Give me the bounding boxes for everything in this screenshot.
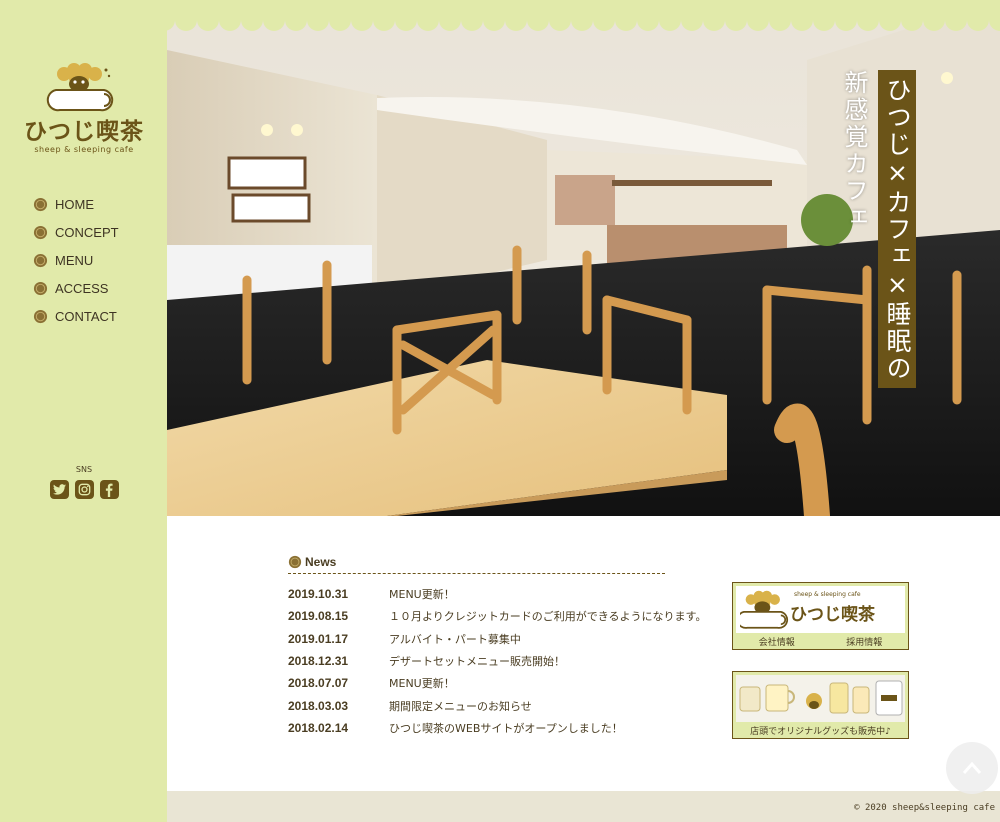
logo-name: ひつじ喫茶 (24, 118, 144, 145)
news-date: 2018.03.03 (288, 698, 349, 713)
scallop-border (0, 0, 1000, 31)
sidebar: ひつじ喫茶 sheep & sleeping cafe HOME CONCEPT… (0, 0, 167, 822)
news-date: 2018.07.07 (288, 676, 349, 691)
site-logo[interactable]: ひつじ喫茶 sheep & sleeping cafe (20, 62, 148, 162)
hero-catch-main: ひつじ×カフェ×睡眠の (878, 70, 916, 388)
nav-label: HOME (55, 196, 94, 212)
nav-item-contact[interactable]: CONTACT (33, 302, 119, 330)
nav-label: ACCESS (55, 280, 109, 296)
company-info-link[interactable]: 会社情報 (759, 635, 795, 648)
main-nav: HOME CONCEPT MENU ACCESS CONTACT (33, 190, 119, 330)
news-date: 2019.01.17 (288, 631, 349, 646)
logo-tagline: sheep & sleeping cafe (34, 145, 134, 154)
wool-bullet-icon (33, 197, 48, 211)
wool-bullet-icon (33, 281, 48, 295)
recruit-link[interactable]: 採用情報 (846, 635, 882, 648)
facebook-icon[interactable] (99, 480, 119, 499)
news-link[interactable]: ひつじ喫茶のWEBサイトがオープンしました！ (389, 720, 623, 736)
hero-catch-sub: 新感覚カフェ (840, 70, 868, 232)
news-link[interactable]: デザートセットメニュー販売開始！ (389, 653, 565, 669)
news-item: 2018.03.03 期間限定メニューのお知らせ (288, 694, 708, 716)
news-item: 2018.12.31 デザートセットメニュー販売開始！ (288, 650, 708, 672)
cafe-interior-illustration (167, 0, 1000, 516)
wool-bullet-icon (33, 253, 48, 267)
nav-item-menu[interactable]: MENU (33, 246, 119, 274)
sns-section: SNS (44, 465, 124, 499)
company-banner: sheep & sleeping cafe ひつじ喫茶 会社情報 採用情報 (732, 582, 909, 650)
wool-bullet-icon (288, 555, 302, 569)
twitter-icon[interactable] (49, 480, 69, 499)
sheep-cup-icon (740, 590, 789, 629)
news-link[interactable]: １０月よりクレジットカードのご利用ができるようになります。 (389, 608, 706, 624)
footer: © 2020 sheep&sleeping cafe (167, 791, 1000, 822)
instagram-icon[interactable] (74, 480, 94, 499)
sheep-cup-icon (46, 63, 114, 112)
nav-label: MENU (55, 252, 94, 268)
wool-bullet-icon (33, 309, 48, 323)
banner-links: 会社情報 採用情報 (733, 635, 908, 648)
news-item: 2018.07.07 MENU更新！ (288, 672, 708, 694)
news-link[interactable]: 期間限定メニューのお知らせ (389, 698, 532, 714)
nav-label: CONTACT (55, 308, 117, 324)
goods-image (736, 675, 905, 722)
wool-bullet-icon (33, 225, 48, 239)
news-item: 2019.01.17 アルバイト・パート募集中 (288, 628, 708, 650)
news-link[interactable]: MENU更新！ (389, 675, 455, 691)
goods-caption: 店頭でオリジナルグッズも販売中♪ (750, 727, 891, 737)
news-section: News 2019.10.31 MENU更新！ 2019.08.15 １０月より… (288, 555, 708, 739)
news-item: 2019.10.31 MENU更新！ (288, 583, 708, 605)
banner-tagline: sheep & sleeping cafe (794, 591, 861, 598)
news-date: 2019.10.31 (288, 587, 349, 602)
news-link[interactable]: MENU更新！ (389, 586, 455, 602)
company-logo-banner[interactable]: sheep & sleeping cafe ひつじ喫茶 (736, 586, 905, 633)
nav-item-access[interactable]: ACCESS (33, 274, 119, 302)
news-date: 2018.12.31 (288, 654, 349, 669)
news-heading: News (288, 555, 708, 569)
copyright: © 2020 sheep&sleeping cafe (854, 803, 995, 813)
news-divider (288, 573, 665, 574)
nav-item-home[interactable]: HOME (33, 190, 119, 218)
chevron-up-icon (962, 761, 982, 774)
news-item: 2018.02.14 ひつじ喫茶のWEBサイトがオープンしました！ (288, 717, 708, 739)
sns-label: SNS (75, 465, 93, 474)
news-date: 2018.02.14 (288, 720, 349, 735)
news-title: News (305, 555, 337, 569)
news-link[interactable]: アルバイト・パート募集中 (389, 631, 521, 647)
hero-image (167, 0, 1000, 516)
news-date: 2019.08.15 (288, 609, 349, 624)
nav-item-concept[interactable]: CONCEPT (33, 218, 119, 246)
back-to-top-button[interactable] (946, 742, 998, 794)
goods-banner[interactable]: 店頭でオリジナルグッズも販売中♪ (732, 671, 909, 739)
banner-name: ひつじ喫茶 (790, 605, 875, 625)
goods-illustration (739, 680, 903, 716)
news-item: 2019.08.15 １０月よりクレジットカードのご利用ができるようになります。 (288, 605, 708, 627)
nav-label: CONCEPT (55, 224, 119, 240)
